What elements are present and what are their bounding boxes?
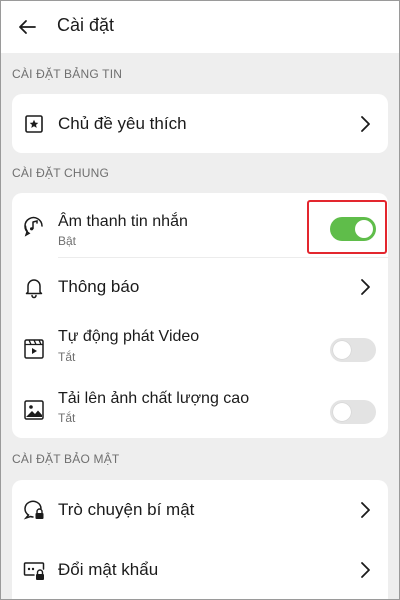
card-feed: Chủ đề yêu thích [12,94,388,153]
back-button[interactable] [14,14,40,40]
row-favorite-topics[interactable]: Chủ đề yêu thích [12,94,388,153]
toggle-knob [333,403,351,421]
row-title: Chủ đề yêu thích [58,114,187,133]
bell-icon [22,275,46,299]
chevron-right-icon [361,562,370,578]
row-status: Bật [58,234,77,248]
password-lock-icon [22,558,46,582]
row-title: Tải lên ảnh chất lượng cao [58,390,250,407]
lock-chat-icon [22,498,46,522]
music-chat-icon [22,214,46,238]
row-message-sound[interactable]: Âm thanh tin nhắn Bật [12,193,388,257]
row-notifications[interactable]: Thông báo [12,258,388,316]
app-header: Cài đặt [0,0,400,53]
section-label-general: CÀI ĐẶT CHUNG [12,166,110,180]
row-status: Tắt [58,350,76,364]
chevron-right-icon [361,116,370,132]
row-status: Tắt [58,411,76,425]
row-title: Âm thanh tin nhắn [58,213,188,230]
image-icon [22,398,46,422]
arrow-left-icon [19,20,36,34]
video-play-icon [22,337,46,361]
chevron-right-icon [361,279,370,295]
row-autoplay-video[interactable]: Tự động phát Video Tắt [12,317,388,377]
row-hq-image-upload[interactable]: Tải lên ảnh chất lượng cao Tắt [12,378,388,438]
chevron-right-icon [361,502,370,518]
page-title: Cài đặt [57,15,115,35]
section-label-feed: CÀI ĐẶT BẢNG TIN [12,67,123,81]
toggle-knob [333,341,351,359]
row-title: Trò chuyện bí mật [58,500,195,519]
autoplay-video-toggle[interactable] [330,338,376,362]
row-title: Thông báo [58,277,140,296]
toggle-knob [355,220,373,238]
star-icon [22,112,46,136]
card-general: Âm thanh tin nhắn Bật Thông báo Tự động … [12,193,388,438]
hq-upload-toggle[interactable] [330,400,376,424]
section-label-security: CÀI ĐẶT BẢO MẬT [12,452,120,466]
row-title: Đổi mật khẩu [58,560,159,579]
card-security: Trò chuyện bí mật Đổi mật khẩu [12,480,388,600]
row-change-password[interactable]: Đổi mật khẩu [12,540,388,600]
row-title: Tự động phát Video [58,328,200,345]
message-sound-toggle[interactable] [330,217,376,241]
row-secret-chat[interactable]: Trò chuyện bí mật [12,480,388,540]
